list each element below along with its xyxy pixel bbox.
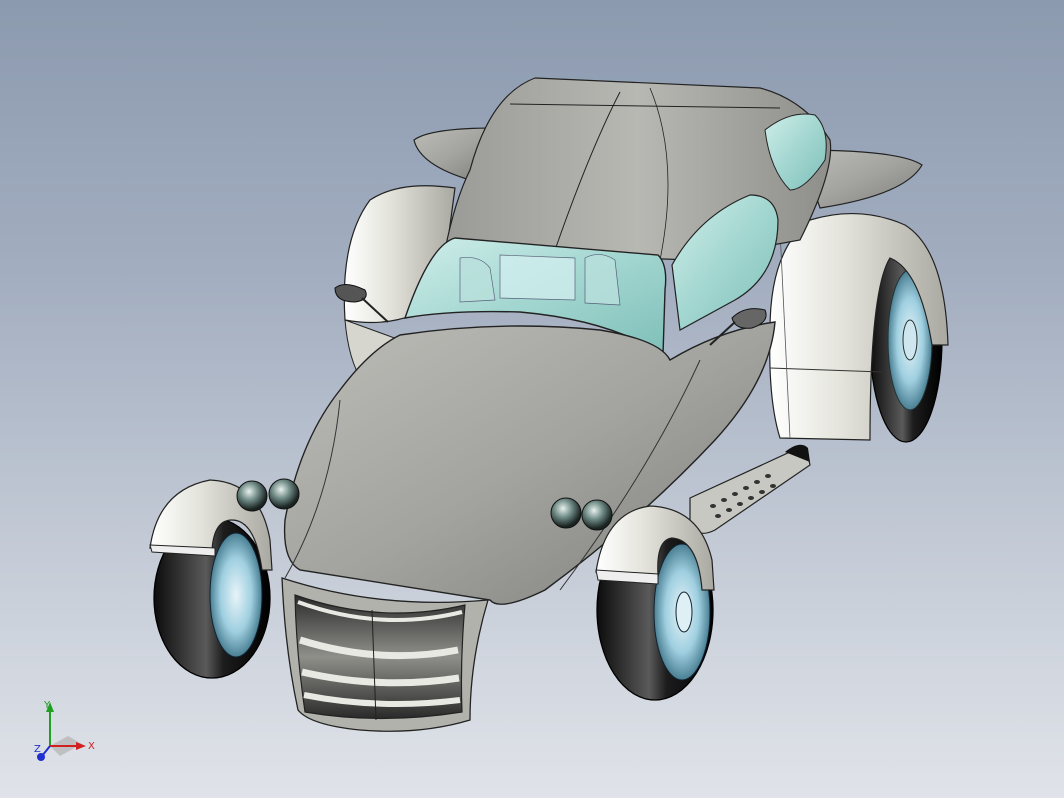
rear-right-hub <box>902 319 918 361</box>
headlamp-right-outer <box>581 499 613 531</box>
exhaust-pipe <box>689 451 811 534</box>
graphics-viewport[interactable]: Y X Z <box>0 0 1064 798</box>
headlamp-right-inner <box>550 497 582 529</box>
triad-z-label: Z <box>34 744 41 755</box>
headlamp-left-inner <box>268 478 300 510</box>
headlamp-left-outer <box>236 480 268 512</box>
front-left-rim <box>209 532 263 658</box>
triad-x-label: X <box>88 741 95 752</box>
triad-y-label: Y <box>43 700 51 711</box>
car-3d-model[interactable] <box>0 0 1064 798</box>
orientation-triad[interactable]: Y X Z <box>30 700 100 766</box>
